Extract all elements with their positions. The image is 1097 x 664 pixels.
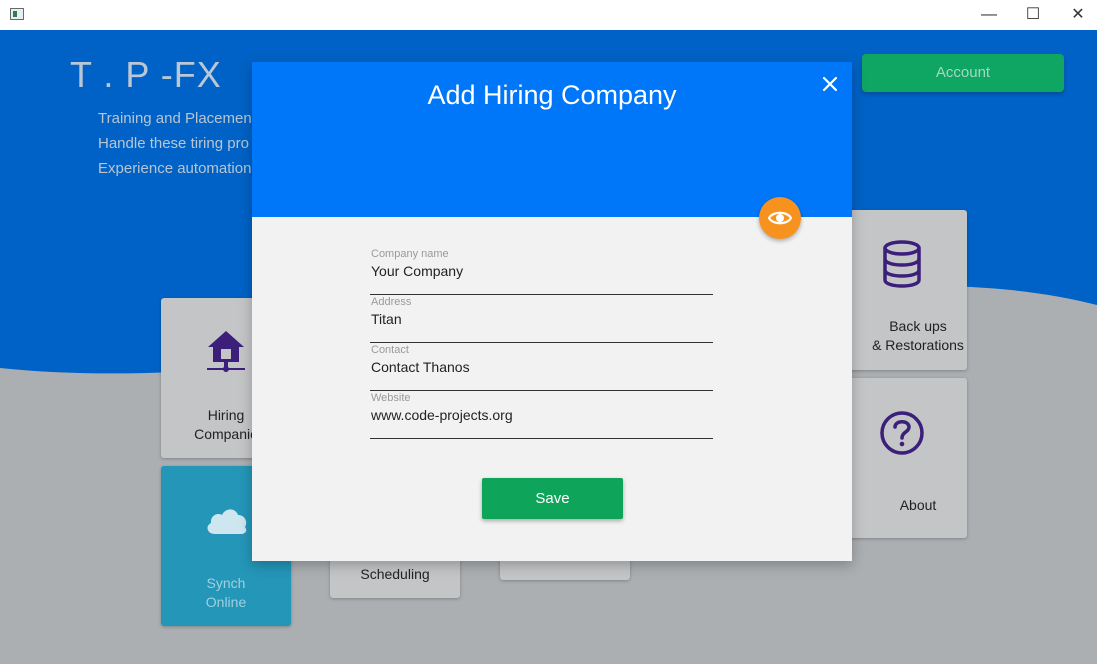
- window-close-button[interactable]: ✕: [1055, 0, 1097, 30]
- address-field[interactable]: Address Titan: [370, 296, 713, 343]
- tile-backups-restorations[interactable]: Back ups & Restorations: [837, 210, 967, 370]
- field-label: Website: [371, 392, 411, 404]
- tile-label: Scheduling: [360, 566, 430, 582]
- minimize-button[interactable]: —: [966, 0, 1012, 30]
- view-companies-button[interactable]: [759, 197, 801, 239]
- dialog-title: Add Hiring Company: [427, 80, 677, 110]
- window-titlebar: — ☐ ✕: [0, 0, 1097, 30]
- eye-icon: [767, 211, 793, 225]
- company-name-field[interactable]: Company name Your Company: [370, 248, 713, 295]
- account-button[interactable]: Account: [862, 54, 1064, 92]
- app-brand-title: T . P -FX: [70, 54, 222, 95]
- contact-field[interactable]: Contact Contact Thanos: [370, 344, 713, 391]
- field-label: Contact: [371, 344, 409, 356]
- field-value: www.code-projects.org: [371, 407, 513, 423]
- tagline-line: Experience automation: [98, 160, 252, 177]
- tile-label: About: [899, 497, 937, 513]
- tile-label: Online: [205, 594, 247, 610]
- field-value: Titan: [371, 311, 402, 327]
- tile-about[interactable]: About: [837, 378, 967, 538]
- dialog-header: Add Hiring Company: [252, 62, 852, 217]
- app-icon: [10, 8, 24, 20]
- question-circle-icon: [880, 411, 924, 455]
- field-label: Company name: [371, 248, 449, 260]
- tagline-line: Training and Placement: [98, 110, 256, 127]
- website-field[interactable]: Website www.code-projects.org: [370, 392, 713, 439]
- field-label: Address: [371, 296, 412, 308]
- field-value: Contact Thanos: [371, 359, 470, 375]
- close-icon[interactable]: [820, 74, 840, 94]
- tile-label: Synch: [206, 575, 246, 591]
- database-icon: [883, 240, 921, 288]
- house-network-icon: [207, 331, 245, 372]
- field-value: Your Company: [371, 263, 464, 279]
- tile-label: & Restorations: [872, 337, 964, 353]
- add-hiring-company-dialog: Add Hiring Company Company name Your Com…: [252, 62, 852, 561]
- tagline-line: Handle these tiring pro: [98, 135, 249, 152]
- maximize-button[interactable]: ☐: [1010, 0, 1056, 30]
- save-button[interactable]: Save: [482, 478, 623, 519]
- tile-label: Back ups: [889, 318, 947, 334]
- cloud-icon: [207, 509, 247, 534]
